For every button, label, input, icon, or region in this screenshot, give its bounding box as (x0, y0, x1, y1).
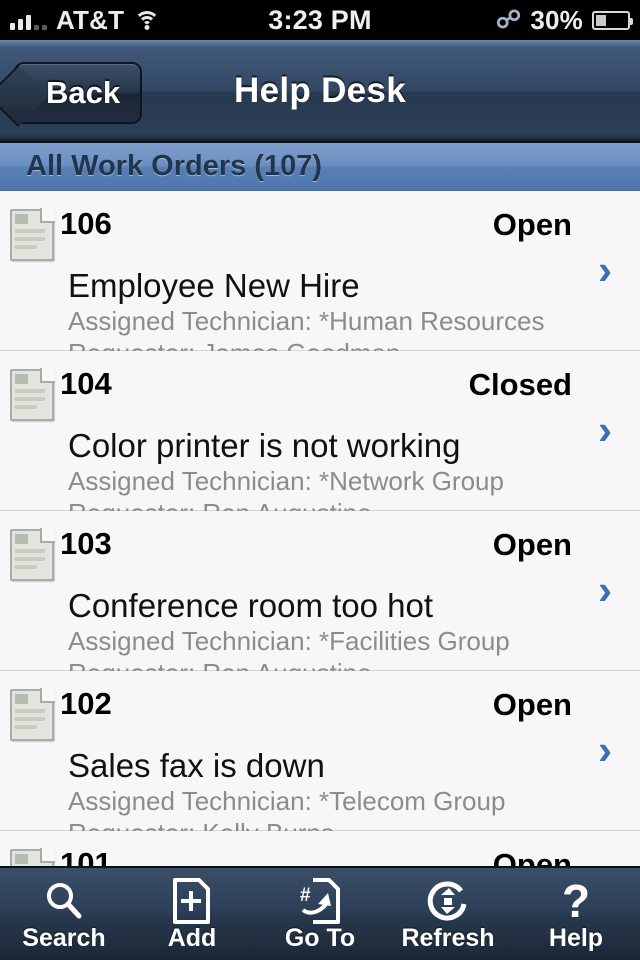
assigned-technician: Assigned Technician: *Network Group (68, 466, 504, 496)
battery-icon (592, 10, 633, 30)
chevron-right-icon[interactable]: › (598, 248, 618, 290)
document-icon (10, 848, 55, 866)
table-row[interactable]: 104 Closed Color printer is not working … (0, 351, 640, 528)
toolbar-button-add[interactable]: Add (133, 876, 251, 953)
work-order-title: Employee New Hire (68, 267, 360, 304)
chevron-right-icon[interactable]: › (598, 568, 618, 610)
status-badge: Open (492, 207, 572, 242)
svg-text:#: # (300, 885, 311, 906)
bottom-toolbar: Search Add # Go To Refresh ? Help (0, 866, 640, 960)
work-order-id: 106 (60, 206, 112, 241)
chevron-right-icon[interactable]: › (598, 728, 618, 770)
work-order-id: 102 (60, 686, 112, 721)
status-bar: AT&T 3:23 PM ☍ 30% (0, 0, 640, 40)
toolbar-label-help: Help (548, 923, 604, 952)
back-button-label: Back (46, 75, 121, 110)
document-icon (10, 368, 55, 421)
toolbar-button-search[interactable]: Search (5, 876, 123, 953)
assigned-technician: Assigned Technician: *Human Resources (68, 306, 545, 336)
document-icon (10, 208, 55, 261)
question-mark-icon: ? (559, 876, 593, 926)
status-badge: Open (492, 527, 572, 562)
status-badge: Open (492, 847, 572, 866)
toolbar-button-help[interactable]: ? Help (517, 876, 635, 953)
toolbar-label-refresh: Refresh (401, 923, 495, 952)
toolbar-label-goto: Go To (284, 923, 356, 952)
bluetooth-icon: ☍ (495, 5, 522, 34)
status-badge: Open (492, 687, 572, 722)
status-bar-right: ☍ 30% (495, 0, 633, 40)
app-screen: AT&T 3:23 PM ☍ 30% Back Help Desk All Wo… (0, 0, 640, 960)
table-row[interactable]: 101 Open (0, 831, 640, 866)
nav-bar: Back Help Desk (0, 40, 640, 143)
work-order-title: Sales fax is down (68, 747, 325, 784)
table-row[interactable]: 106 Open Employee New Hire Assigned Tech… (0, 191, 640, 368)
section-header-label: All Work Orders (107) (26, 150, 323, 182)
section-header: All Work Orders (107) (0, 143, 640, 191)
toolbar-button-goto[interactable]: # Go To (261, 876, 379, 953)
status-badge: Closed (468, 367, 572, 402)
table-row[interactable]: 102 Open Sales fax is down Assigned Tech… (0, 671, 640, 848)
work-order-id: 104 (60, 366, 112, 401)
toolbar-label-search: Search (22, 923, 106, 952)
go-to-document-icon: # (297, 876, 343, 926)
add-document-icon (171, 876, 213, 926)
work-order-list[interactable]: 106 Open Employee New Hire Assigned Tech… (0, 191, 640, 866)
toolbar-label-add: Add (167, 923, 217, 952)
svg-text:?: ? (562, 877, 590, 925)
work-order-title: Color printer is not working (68, 427, 461, 464)
assigned-technician: Assigned Technician: *Facilities Group (68, 626, 510, 656)
toolbar-button-refresh[interactable]: Refresh (389, 876, 507, 953)
document-icon (10, 528, 55, 581)
document-icon (10, 688, 55, 741)
assigned-technician: Assigned Technician: *Telecom Group (68, 786, 506, 816)
chevron-right-icon[interactable]: › (598, 408, 618, 450)
back-button[interactable]: Back (14, 62, 143, 124)
work-order-id: 103 (60, 526, 112, 561)
refresh-icon (425, 876, 471, 926)
battery-percent-label: 30% (530, 4, 583, 35)
table-row[interactable]: 103 Open Conference room too hot Assigne… (0, 511, 640, 688)
page-title: Help Desk (234, 70, 406, 110)
work-order-id: 101 (60, 846, 112, 867)
work-order-title: Conference room too hot (68, 587, 434, 624)
search-icon (43, 876, 85, 926)
